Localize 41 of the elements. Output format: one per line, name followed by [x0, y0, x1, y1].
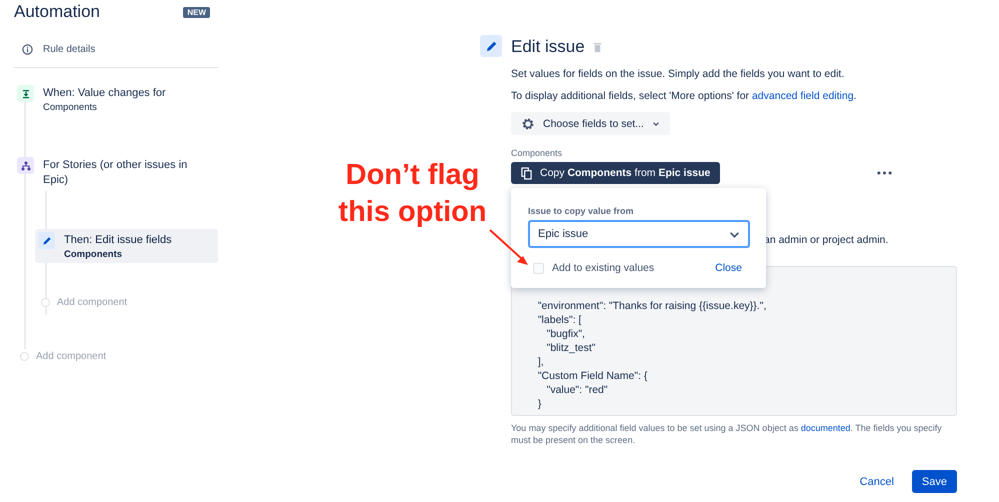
- rule-step[interactable]: For Stories (or other issues in Epic): [14, 154, 218, 191]
- info-icon: [22, 44, 33, 55]
- issue-select[interactable]: Epic issue: [528, 220, 750, 248]
- code-line: "bugfix",: [546, 327, 586, 341]
- rule-step[interactable]: When: Value changes for Components: [14, 82, 218, 116]
- sidebar-title: Automation: [14, 2, 100, 22]
- code-line: "environment": "Thanks for raising {{issue.key}}.",: [536, 299, 768, 313]
- copy-icon: [521, 166, 532, 180]
- select-label: Issue to copy value from: [528, 206, 635, 216]
- new-badge: NEW: [183, 6, 210, 18]
- field-label: Components: [511, 148, 564, 158]
- cancel-button[interactable]: Cancel: [854, 474, 900, 488]
- description-text: To display additional fields, select 'More options' for advanced field editing.: [511, 89, 858, 103]
- code-line: "value": "red": [546, 383, 609, 397]
- code-line: "labels": [: [536, 313, 582, 327]
- rule-details-link[interactable]: Rule details: [43, 44, 96, 55]
- panel-title: Edit issue: [511, 37, 585, 57]
- pencil-icon: [480, 35, 502, 57]
- advanced-editing-link[interactable]: advanced field editing: [752, 90, 854, 102]
- save-button[interactable]: Save: [912, 470, 957, 493]
- chevron-down-icon: [652, 120, 660, 128]
- more-icon[interactable]: [877, 171, 892, 175]
- code-line: "blitz_test": [546, 341, 596, 355]
- choose-fields-button[interactable]: Choose fields to set...: [511, 112, 670, 135]
- description-text: Set values for fields on the issue. Simply add the fields you want to edit.: [511, 67, 846, 81]
- rule-step[interactable]: Then: Edit issue fields Components: [35, 229, 218, 263]
- code-line: "Custom Field Name": {: [536, 369, 648, 383]
- code-line: }: [536, 397, 542, 411]
- pencil-icon: [38, 232, 55, 249]
- copy-field-button[interactable]: Copy Components from Epic issue: [511, 162, 720, 184]
- annotation-arrow: [488, 228, 530, 268]
- node-circle-icon: [20, 352, 29, 361]
- trash-icon[interactable]: [592, 42, 602, 52]
- annotation-text: Don’t flag this option: [337, 158, 488, 230]
- gear-icon: [521, 116, 535, 130]
- documented-link[interactable]: documented: [800, 423, 850, 433]
- checkbox[interactable]: [533, 262, 544, 274]
- code-line: ],: [536, 355, 545, 369]
- branch-icon: [17, 157, 34, 174]
- trigger-icon: [17, 85, 34, 102]
- help-text: You may specify additional field values to be set using a JSON object as documented. The fields you specify must be present on the screen.: [511, 422, 943, 446]
